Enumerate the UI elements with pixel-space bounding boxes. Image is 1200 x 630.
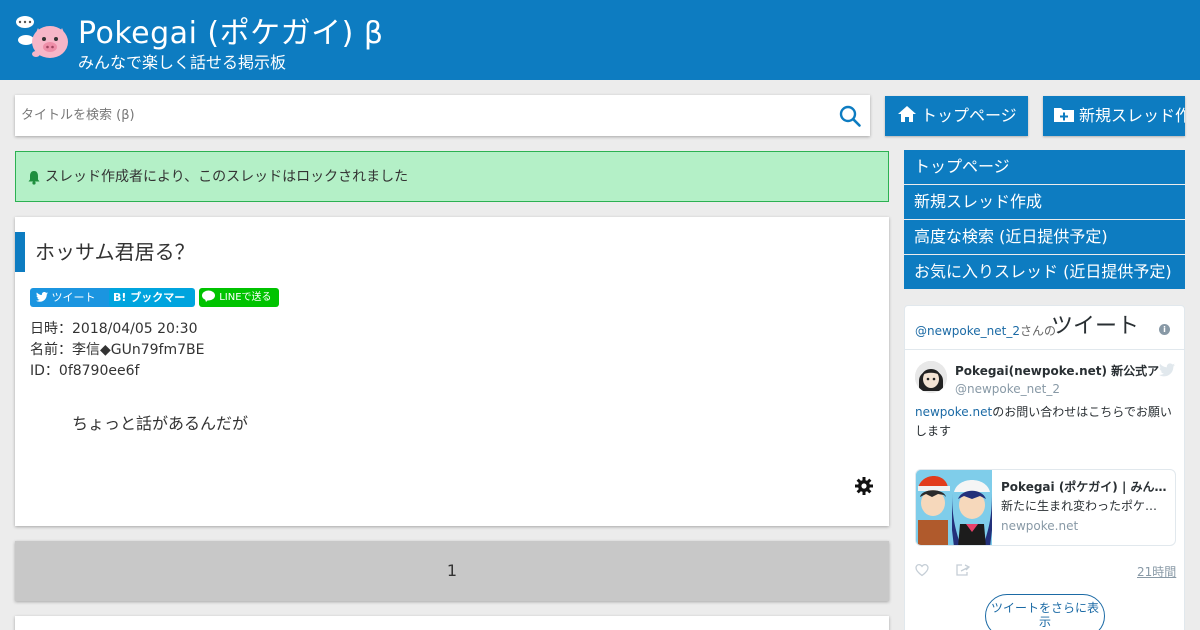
card-description: 新たに生まれ変わったポケモン掲示板 — [1001, 499, 1169, 513]
notice-text: スレッド作成者により、このスレッドはロックされました — [45, 169, 409, 185]
tweet-author-name[interactable]: Pokegai(newpoke.net) 新公式アカウント — [955, 363, 1160, 379]
sidebar-nav: トップページ 新規スレッド作成 高度な検索 (近日提供予定) お気に入りスレッド… — [904, 150, 1185, 290]
tweet-link[interactable]: newpoke.net — [915, 405, 992, 419]
site-header: Pokegai (ポケガイ) β みんなで楽しく話せる掲示板 — [0, 0, 1200, 80]
site-title[interactable]: Pokegai (ポケガイ) β — [78, 14, 384, 54]
twitter-bird-icon[interactable] — [1159, 363, 1175, 377]
load-more-tweets-button[interactable]: ツイートをさらに表示 — [985, 594, 1105, 630]
new-thread-button-label: 新規スレッド作成 — [1079, 106, 1185, 125]
post-id: ID：0f8790ee6f — [30, 363, 140, 379]
search-icon[interactable] — [838, 104, 862, 128]
sidebar-item-favorite-threads[interactable]: お気に入りスレッド (近日提供予定) — [904, 255, 1185, 289]
page-number: 1 — [446, 561, 458, 580]
hatena-bookmark-button[interactable]: B! ブックマーク — [109, 288, 195, 323]
share-icon[interactable] — [955, 563, 971, 577]
tweet-author-handle[interactable]: @newpoke_net_2 — [955, 381, 1060, 397]
twitter-widget-header: @newpoke_net_2さんの ツイート i — [905, 306, 1184, 350]
card-title: Pokegai (ポケガイ) | みんなで楽しく話せる掲示板 — [1001, 480, 1169, 494]
tweet-text: newpoke.netのお問い合わせはこちらでお願いします — [915, 403, 1175, 441]
twitter-timeline-widget: @newpoke_net_2さんの ツイート i Pokegai(newpoke… — [904, 305, 1185, 630]
avatar[interactable] — [915, 361, 947, 393]
top-page-button-label: トップページ — [921, 106, 1017, 125]
line-share-button[interactable]: LINEで送る — [199, 288, 279, 307]
search-input[interactable] — [15, 95, 830, 136]
search-box — [15, 95, 870, 136]
pagination-current-page[interactable]: 1 — [15, 541, 889, 601]
heart-icon[interactable] — [915, 563, 929, 577]
sidebar-item-new-thread[interactable]: 新規スレッド作成 — [904, 185, 1185, 219]
site-subtitle: みんなで楽しく話せる掲示板 — [78, 53, 287, 72]
twitter-header-handle: @newpoke_net_2 — [915, 324, 1020, 338]
post-author: 名前：李信◆GUn79fm7BE — [30, 342, 205, 358]
tweet-timestamp[interactable]: 21時間 — [1137, 565, 1176, 579]
gear-icon[interactable] — [855, 477, 873, 495]
thread-locked-notice: スレッド作成者により、このスレッドはロックされました — [15, 151, 889, 202]
twitter-header-title: ツイート — [1051, 314, 1140, 339]
folder-plus-icon — [1054, 107, 1074, 122]
thread-card: ホッサム君居る？ ツイート B! ブックマーク LINEで送る 日時：2018/… — [15, 217, 889, 526]
pig-mascot-logo[interactable] — [14, 14, 72, 64]
tweet-link-card[interactable]: Pokegai (ポケガイ) | みんなで楽しく話せる掲示板 新たに生まれ変わっ… — [915, 469, 1176, 546]
post-date: 日時：2018/04/05 20:30 — [30, 321, 198, 337]
top-page-button[interactable]: トップページ — [885, 96, 1028, 136]
next-post-card — [15, 616, 889, 630]
twitter-bird-icon — [36, 292, 48, 302]
card-domain: newpoke.net — [1001, 519, 1079, 533]
thread-title: ホッサム君居る？ — [35, 240, 195, 264]
line-logo-icon — [202, 290, 215, 302]
home-icon — [898, 105, 916, 122]
post-body: ちょっと話があるんだが — [72, 414, 249, 433]
twitter-header-handle-link[interactable]: @newpoke_net_2さんの — [915, 322, 1056, 339]
sidebar-item-advanced-search[interactable]: 高度な検索 (近日提供予定) — [904, 220, 1185, 254]
tweet-share-label: ツイート — [51, 291, 96, 304]
card-thumbnail — [916, 470, 992, 545]
sidebar-item-top-page[interactable]: トップページ — [904, 150, 1185, 184]
bell-icon — [28, 171, 40, 185]
line-share-label: LINEで送る — [219, 292, 272, 303]
tweet-share-button[interactable]: ツイート — [30, 288, 119, 307]
new-thread-button[interactable]: 新規スレッド作成 — [1043, 96, 1185, 136]
info-icon[interactable]: i — [1159, 324, 1170, 335]
title-accent-bar — [15, 232, 25, 272]
